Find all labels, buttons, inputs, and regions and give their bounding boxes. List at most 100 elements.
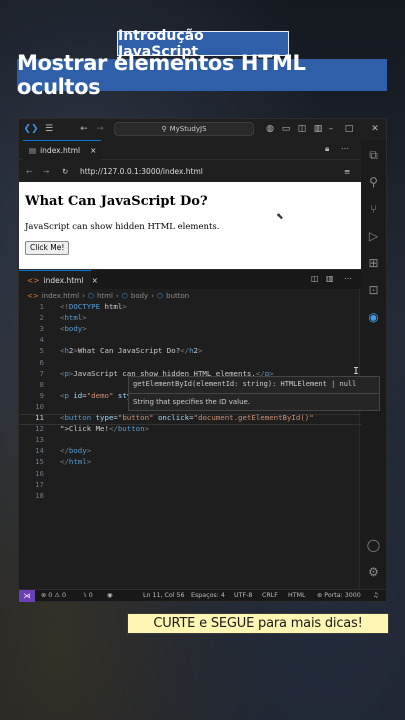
breadcrumb: <> index.html › ⬡ html › ⬡ body › ⬡ butt… — [19, 289, 361, 302]
status-bar: ⋊ ⊗ 0 ⚠ 0 ⑊ 0 ◉ Ln 11, Col 56 Espaços: 4… — [19, 589, 386, 602]
code-line: <button type="button" onclick="document.… — [60, 413, 314, 422]
settings-gear-icon[interactable]: ⚙ — [366, 565, 381, 580]
notifications-bell-icon[interactable]: ♫ — [373, 592, 379, 599]
browser-menu-icon[interactable]: ≡ — [344, 167, 350, 176]
ports-count: 0 — [88, 592, 93, 599]
maximize-icon[interactable]: □ — [342, 122, 356, 136]
url-field[interactable]: http://127.0.0.1:3000/index.html — [80, 167, 203, 176]
browser-tab[interactable]: ▤ index.html × — [23, 140, 101, 160]
edge-devtools-icon[interactable]: ◉ — [366, 310, 381, 325]
command-search-box[interactable]: ⚲ MyStudyJS — [114, 122, 254, 136]
live-share-icon[interactable]: ◉ — [107, 592, 113, 599]
breadcrumb-item[interactable]: body — [131, 292, 148, 300]
element-icon: ⬡ — [121, 291, 128, 300]
tooltip-description: String that specifies the ID value. — [133, 398, 251, 406]
broadcast-icon: ⊛ — [317, 592, 323, 599]
intellisense-tooltip: getElementById(elementId: string): HTMLE… — [128, 376, 380, 411]
line-number: 4 — [39, 335, 44, 345]
browser-nav-bar: ← → ↻ http://127.0.0.1:3000/index.html ≡ — [19, 160, 361, 182]
back-arrow-icon[interactable]: ← — [77, 122, 91, 136]
tooltip-divider — [129, 393, 379, 394]
page-paragraph: JavaScript can show hidden HTML elements… — [25, 222, 220, 232]
warning-count: 0 — [62, 592, 67, 599]
antenna-icon: ⑊ — [83, 592, 87, 599]
lock-icon[interactable]: 🔒︎ — [325, 144, 329, 154]
line-number: 2 — [39, 313, 44, 323]
line-number: 12 — [35, 424, 44, 434]
more-actions-icon[interactable]: ⋯ — [344, 274, 352, 283]
line-number: 10 — [35, 401, 44, 411]
mouse-cursor-icon: ⬉ — [276, 212, 284, 222]
chevron-right-icon: › — [82, 291, 85, 300]
close-icon[interactable]: ✕ — [368, 122, 382, 136]
code-line: <body> — [60, 324, 87, 334]
element-icon: ⬡ — [157, 291, 164, 300]
menu-icon[interactable]: ☰ — [42, 122, 56, 136]
line-number: 9 — [39, 390, 44, 400]
main-title: Mostrar elementos HTML ocultos — [17, 51, 387, 99]
more-actions-icon[interactable]: ⋯ — [341, 144, 349, 153]
line-number: 3 — [39, 324, 44, 334]
code-line: <html> — [60, 313, 87, 323]
back-icon[interactable]: ← — [26, 167, 32, 176]
remote-explorer-icon[interactable]: ⊡ — [366, 283, 381, 298]
layout-sidebar-icon[interactable]: ▥ — [311, 122, 325, 136]
remote-icon[interactable]: ⋊ — [19, 589, 35, 602]
explorer-icon[interactable]: ⧉ — [366, 148, 381, 163]
forward-arrow-icon[interactable]: → — [93, 122, 107, 136]
line-number: 18 — [35, 490, 44, 500]
warning-icon: ⚠ — [54, 592, 60, 599]
copilot-icon[interactable]: ◍ — [263, 122, 277, 136]
title-bar: ❮❯ ☰ ← → ⚲ MyStudyJS ◍ ▭ ◫ ▥ – □ ✕ — [19, 119, 386, 140]
minimize-icon[interactable]: – — [324, 122, 338, 136]
line-number: 17 — [35, 479, 44, 489]
page-heading: What Can JavaScript Do? — [25, 194, 208, 209]
ports-indicator[interactable]: ⑊ 0 — [83, 592, 93, 599]
element-icon: ⬡ — [87, 291, 94, 300]
editor-tab-label: index.html — [43, 276, 84, 285]
code-line: </html> — [60, 457, 92, 467]
line-number: 16 — [35, 468, 44, 478]
cursor-position[interactable]: Ln 11, Col 56 — [143, 592, 185, 599]
search-icon[interactable]: ⚲ — [366, 175, 381, 190]
browser-tab-bar: ▤ index.html × 🔒︎ ⋯ — [19, 140, 361, 160]
code-editor[interactable]: 1 2 3 4 5 6 7 8 9 10 11 12 13 14 15 16 17 18 <!DOCTYPE ht… — [19, 302, 361, 582]
breadcrumb-item[interactable]: index.html — [42, 292, 79, 300]
problems-indicator[interactable]: ⊗ 0 ⚠ 0 — [41, 592, 66, 599]
port-label: Porta: 3000 — [324, 592, 361, 599]
error-icon: ⊗ — [41, 592, 47, 599]
source-control-icon[interactable]: ⑂ — [366, 202, 381, 217]
breadcrumb-item[interactable]: html — [97, 292, 113, 300]
port-indicator[interactable]: ⊛ Porta: 3000 — [317, 592, 361, 599]
code-line: <h2>What Can JavaScript Do?</h2> — [60, 346, 203, 356]
split-editor-icon[interactable]: ▥ — [326, 274, 334, 283]
encoding[interactable]: UTF-8 — [234, 592, 252, 599]
indentation[interactable]: Espaços: 4 — [191, 592, 225, 599]
open-preview-icon[interactable]: ◫ — [311, 274, 319, 283]
forward-icon[interactable]: → — [43, 167, 49, 176]
extensions-icon[interactable]: ⊞ — [366, 256, 381, 271]
run-debug-icon[interactable]: ▷ — [366, 229, 381, 244]
account-icon[interactable]: ◯ — [366, 538, 381, 553]
html-file-icon: <> — [27, 276, 40, 285]
editor-tab[interactable]: <> index.html × — [19, 270, 98, 290]
activity-bar: ⧉ ⚲ ⑂ ▷ ⊞ ⊡ ◉ ◯ ⚙ — [359, 140, 386, 590]
editor-tab-bar: <> index.html × ◫ ▥ ⋯ — [19, 269, 361, 290]
code-line: <!DOCTYPE html> — [60, 302, 127, 311]
close-tab-icon[interactable]: × — [92, 276, 98, 285]
line-number: 15 — [35, 457, 44, 467]
vscode-logo-icon: ❮❯ — [23, 124, 39, 134]
line-number: 13 — [35, 435, 44, 445]
breadcrumb-item[interactable]: button — [166, 292, 189, 300]
line-number: 14 — [35, 446, 44, 456]
close-tab-icon[interactable]: × — [90, 146, 96, 155]
code-line: ">Click Me!</button> — [60, 424, 150, 434]
click-me-button[interactable]: Click Me! — [25, 241, 70, 255]
line-ending[interactable]: CRLF — [262, 592, 278, 599]
layout-panel-icon[interactable]: ▭ — [279, 122, 293, 136]
search-icon: ⚲ — [161, 125, 167, 133]
line-number: 1 — [39, 302, 44, 311]
refresh-icon[interactable]: ↻ — [62, 167, 68, 176]
language-mode[interactable]: HTML — [288, 592, 306, 599]
layout-split-icon[interactable]: ◫ — [295, 122, 309, 136]
